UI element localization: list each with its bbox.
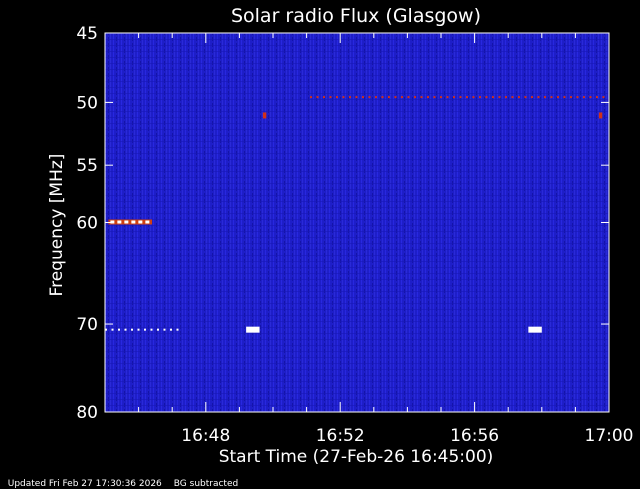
rfi-dot: [374, 96, 377, 99]
y-tick-label: 60: [76, 214, 98, 234]
rfi-spot: [598, 112, 603, 119]
rfi-dot: [163, 328, 166, 331]
rfi-dot: [394, 96, 397, 99]
rfi-dot: [524, 96, 527, 99]
burst-cell: [124, 220, 129, 224]
rfi-dot: [569, 96, 572, 99]
y-tick-label: 50: [76, 93, 98, 113]
rfi-dot: [407, 96, 410, 99]
rfi-spot: [262, 112, 267, 119]
x-tick-label: 16:56: [450, 426, 499, 446]
rfi-dot: [381, 96, 384, 99]
rfi-dot: [498, 96, 501, 99]
rfi-dot: [426, 96, 429, 99]
rfi-dot: [387, 96, 390, 99]
background-note: BG subtracted: [173, 479, 239, 489]
plot-area: [105, 33, 609, 412]
x-tick-label: 16:52: [316, 426, 365, 446]
rfi-dot: [144, 328, 146, 331]
rfi-dot: [582, 96, 585, 99]
rfi-dot: [576, 96, 579, 99]
y-tick-label: 45: [76, 24, 98, 44]
rfi-dot: [556, 96, 559, 99]
rfi-dot: [368, 96, 371, 99]
rfi-dot: [118, 328, 120, 331]
rfi-dot: [329, 96, 332, 99]
rfi-dot: [348, 96, 351, 99]
rfi-dot: [543, 96, 546, 99]
rfi-dot: [400, 96, 403, 99]
rfi-dot: [316, 96, 319, 99]
rfi-dot: [504, 96, 507, 99]
rfi-dot: [563, 96, 566, 99]
x-tick-label: 16:48: [181, 426, 230, 446]
spectrogram-chart: Solar radio Flux (Glasgow) 455055607080 …: [47, 5, 634, 467]
rfi-dot: [131, 328, 133, 331]
rfi-dot: [413, 96, 416, 99]
rfi-dot: [465, 96, 468, 99]
y-axis-label: Frequency [MHz]: [47, 154, 67, 297]
rfi-dot: [150, 328, 153, 331]
rfi-dot: [537, 96, 540, 99]
rfi-dot: [309, 96, 312, 99]
x-tick-label: 17:00: [585, 426, 634, 446]
x-axis-label: Start Time (27-Feb-26 16:45:00): [219, 447, 494, 467]
rfi-dot: [472, 96, 475, 99]
rfi-dot: [111, 328, 114, 331]
rfi-dot: [361, 96, 364, 99]
rfi-dot: [137, 328, 140, 331]
y-tick-label: 55: [76, 156, 98, 176]
rfi-dot: [176, 328, 179, 331]
rfi-dot: [452, 96, 455, 99]
updated-timestamp: Updated Fri Feb 27 17:30:36 2026: [7, 479, 162, 489]
burst-cell: [131, 220, 136, 224]
rfi-dot: [157, 328, 159, 331]
rfi-spot: [246, 326, 260, 333]
rfi-dot: [459, 96, 462, 99]
footer: Updated Fri Feb 27 17:30:36 2026 BG subtr…: [2, 469, 250, 489]
rfi-dot: [530, 96, 533, 99]
chart-title: Solar radio Flux (Glasgow): [231, 5, 481, 27]
rfi-dot: [511, 96, 514, 99]
rfi-dot: [170, 328, 172, 331]
rfi-dot: [602, 96, 605, 99]
rfi-dot: [355, 96, 358, 99]
rfi-dot: [589, 96, 592, 99]
burst-cell: [117, 220, 122, 224]
rfi-dot: [335, 96, 338, 99]
y-tick-label: 80: [76, 403, 98, 423]
rfi-dot: [439, 96, 442, 99]
rfi-dot: [491, 96, 494, 99]
rfi-dot: [342, 96, 345, 99]
burst-cell: [138, 220, 143, 224]
y-tick-label: 70: [76, 315, 98, 335]
rfi-dot: [595, 96, 598, 99]
rfi-dot: [446, 96, 449, 99]
rfi-dot: [420, 96, 423, 99]
rfi-spot: [528, 326, 542, 333]
rfi-dot: [478, 96, 481, 99]
rfi-dot: [433, 96, 436, 99]
rfi-dot: [550, 96, 553, 99]
rfi-dot: [517, 96, 520, 99]
rfi-dot: [322, 96, 325, 99]
rfi-dot: [124, 328, 127, 331]
burst-cell: [145, 220, 150, 224]
rfi-dot: [485, 96, 488, 99]
